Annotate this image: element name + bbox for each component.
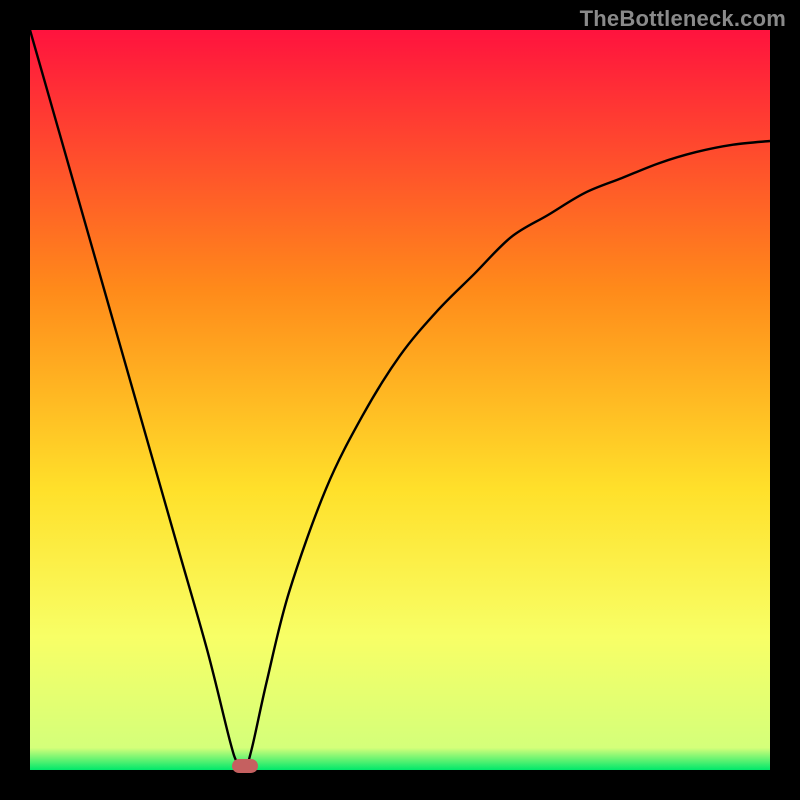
- bottleneck-curve: [30, 30, 770, 771]
- watermark-text: TheBottleneck.com: [580, 6, 786, 32]
- minimum-marker: [232, 759, 258, 773]
- curve-layer: [30, 30, 770, 770]
- chart-frame: TheBottleneck.com: [0, 0, 800, 800]
